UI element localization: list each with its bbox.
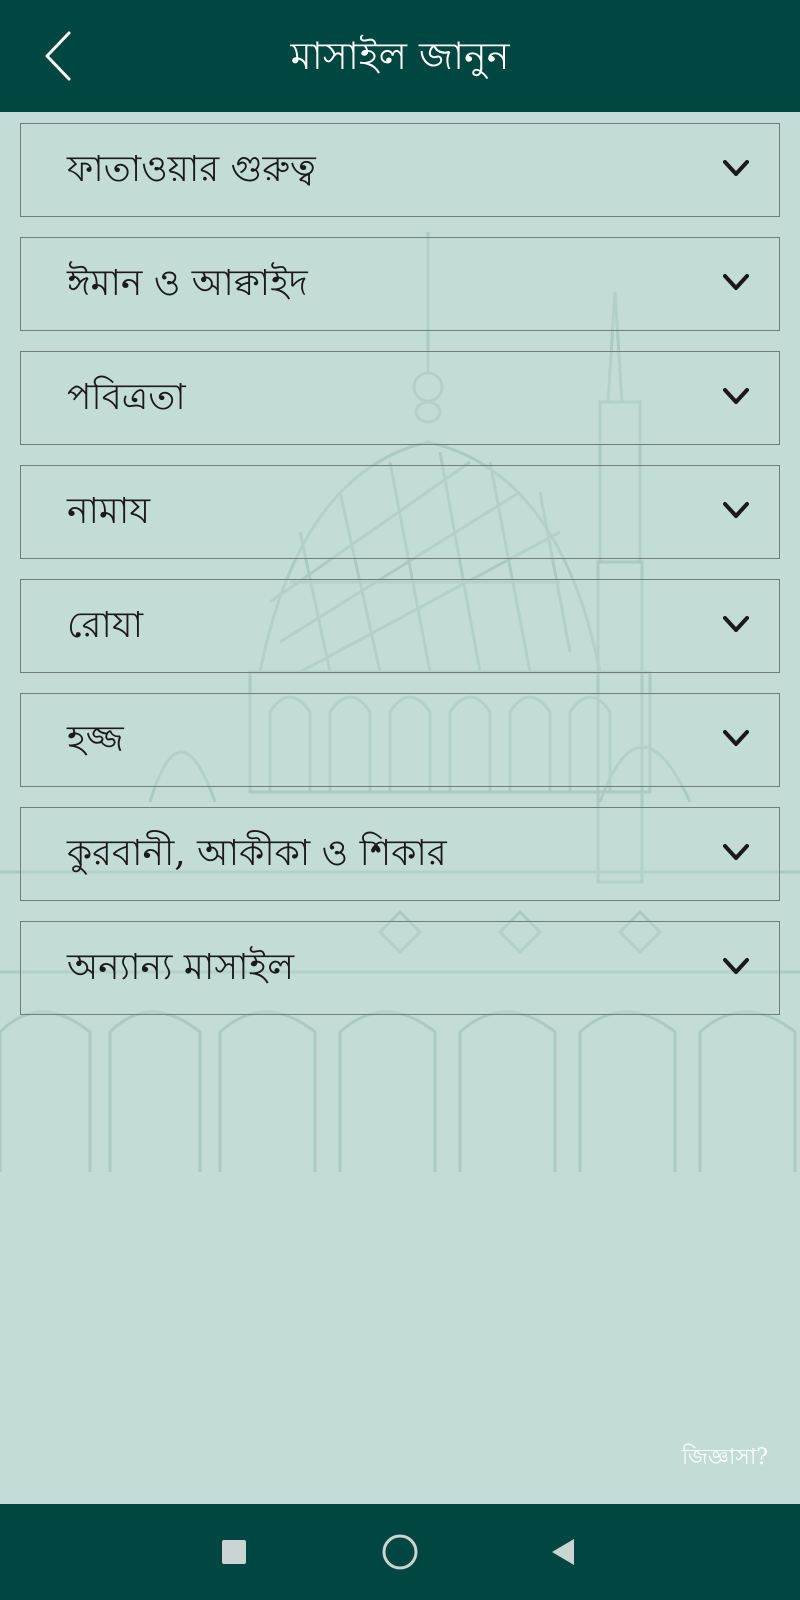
category-label: ফাতাওয়ার গুরুত্ব [67,149,316,190]
chevron-down-icon [723,160,749,176]
square-icon [222,1540,246,1564]
category-item[interactable]: রোযা [20,579,780,673]
category-item[interactable]: হজ্জ [20,693,780,787]
chevron-down-icon [723,274,749,290]
triangle-left-icon [552,1539,574,1565]
category-label: পবিত্রতা [67,377,186,418]
category-item[interactable]: ফাতাওয়ার গুরুত্ব [20,123,780,217]
back-button[interactable] [28,26,88,86]
chevron-left-icon [45,31,71,81]
ask-question-link[interactable]: জিজ্ঞাসা? [682,1440,768,1477]
chevron-down-icon [723,616,749,632]
category-label: নামায [67,491,151,532]
circle-icon [382,1534,418,1570]
category-item[interactable]: পবিত্রতা [20,351,780,445]
back-nav-button[interactable] [537,1526,589,1578]
recents-button[interactable] [208,1526,260,1578]
chevron-down-icon [723,730,749,746]
app-bar: মাসাইল জানুন [0,0,800,112]
category-item[interactable]: ঈমান ও আক্বাইদ [20,237,780,331]
chevron-down-icon [723,502,749,518]
category-label: কুরবানী, আকীকা ও শিকার [67,833,447,874]
category-label: রোযা [67,605,144,646]
category-label: ঈমান ও আক্বাইদ [67,263,308,304]
category-label: হজ্জ [67,719,124,760]
category-item[interactable]: অন্যান্য মাসাইল [20,921,780,1015]
category-item[interactable]: নামায [20,465,780,559]
page-title: মাসাইল জানুন [290,34,510,78]
chevron-down-icon [723,388,749,404]
category-label: অন্যান্য মাসাইল [67,947,295,988]
category-list: ফাতাওয়ার গুরুত্ব ঈমান ও আক্বাইদ পবিত্রতা ন… [20,123,780,1035]
chevron-down-icon [723,844,749,860]
system-nav-bar [0,1504,800,1600]
home-button[interactable] [374,1526,426,1578]
category-item[interactable]: কুরবানী, আকীকা ও শিকার [20,807,780,901]
chevron-down-icon [723,958,749,974]
